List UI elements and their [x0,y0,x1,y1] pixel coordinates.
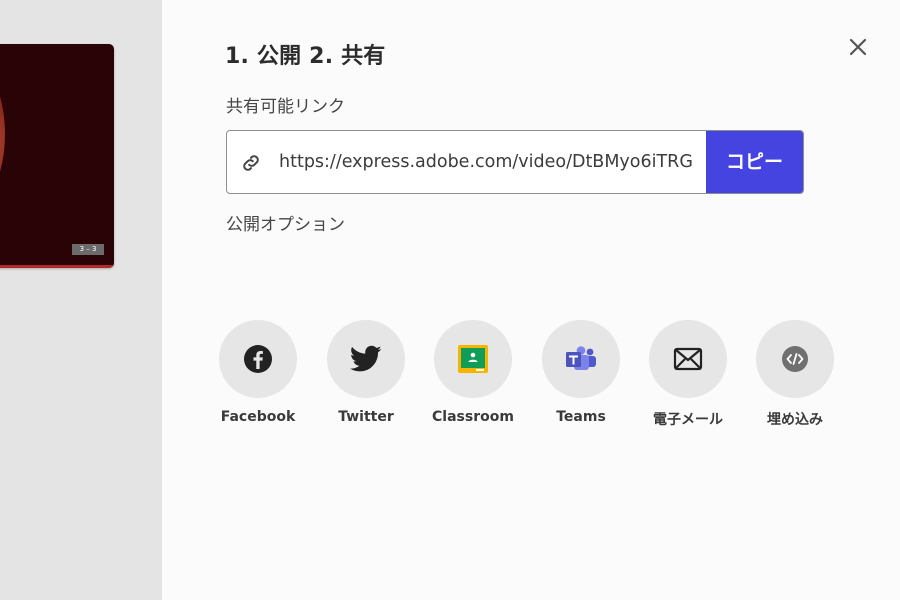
slide-count-badge: 3 – 3 [72,244,104,255]
share-embed-button[interactable]: 埋め込み [740,320,850,429]
share-email-button[interactable]: 電子メール [633,320,743,429]
shareable-link-field[interactable]: https://express.adobe.com/video/DtBMyo6i… [226,130,804,194]
share-label: Teams [556,409,606,425]
share-targets: Facebook Twitter Classroom Teams 電子メール 埋… [219,320,859,440]
close-icon [849,38,867,56]
publish-options-label[interactable]: 公開オプション [226,210,345,235]
facebook-icon [244,345,272,373]
share-label: 電子メール [653,412,723,428]
share-label: Facebook [220,409,296,425]
copy-button[interactable]: コピー [706,131,803,193]
share-icon-circle [542,320,620,398]
share-icon-circle [434,320,512,398]
share-label: Twitter [338,409,394,425]
share-label: 埋め込み [767,412,823,428]
email-icon [673,347,703,371]
share-icon-circle [219,320,297,398]
twitter-icon [350,345,382,372]
thumbnail-accent-line [0,265,114,268]
project-thumbnail[interactable]: 3 – 3 [0,44,114,268]
page-title: 1. 公開 2. 共有 [225,44,386,69]
share-icon-circle [756,320,834,398]
google-classroom-icon [458,345,488,373]
microsoft-teams-icon [566,346,596,370]
link-icon [239,151,263,175]
close-button[interactable] [843,32,873,62]
thumbnail-image [0,44,5,234]
share-icon-circle [649,320,727,398]
share-label: Classroom [432,409,514,425]
share-facebook-button[interactable]: Facebook [203,320,313,425]
shareable-link-url[interactable]: https://express.adobe.com/video/DtBMyo6i… [279,131,699,193]
share-teams-button[interactable]: Teams [526,320,636,425]
embed-code-icon [782,346,808,372]
share-twitter-button[interactable]: Twitter [311,320,421,425]
share-classroom-button[interactable]: Classroom [418,320,528,425]
share-icon-circle [327,320,405,398]
preview-pane: 3 – 3 [0,0,162,600]
shareable-link-label: 共有可能リンク [226,97,345,117]
